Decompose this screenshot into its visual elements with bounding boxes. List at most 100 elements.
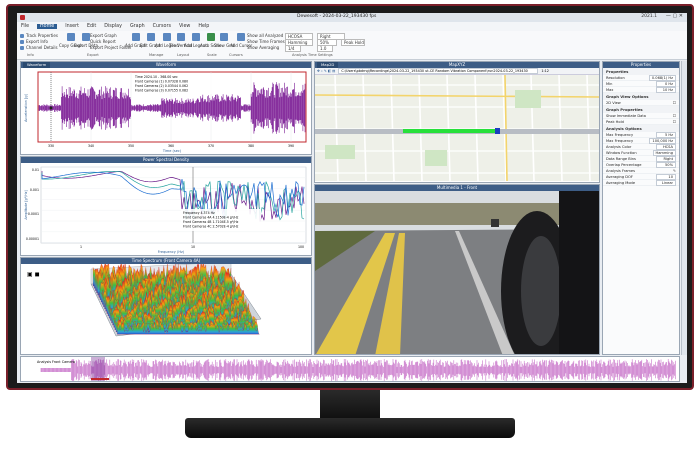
psd-title: Power Spectral Density <box>142 157 190 162</box>
waveform-x-tick: 390 <box>288 144 294 148</box>
psd-info-line: Front Cameras 4A 4.1150E-4 g²/Hz <box>183 216 239 220</box>
edit-icon[interactable]: ✎ <box>673 169 676 173</box>
waveform-info-line: Front Cameras (2) 0.03544 0.062 <box>135 84 188 88</box>
video-frame[interactable] <box>315 191 599 355</box>
overview-panel: Analysis Front Camera <box>20 356 680 382</box>
ribbon-show-time-frames[interactable]: Show Time Frames <box>247 39 285 44</box>
menu-bar: File Home Insert Edit Display Graph Curs… <box>17 22 687 31</box>
street-map[interactable] <box>315 74 599 182</box>
psd-header: Power Spectral Density <box>21 157 311 163</box>
waveform-title: Waveform <box>155 62 177 67</box>
prop-row[interactable]: Averaging Mode Linear <box>603 179 679 186</box>
overview-chart[interactable]: Analysis Front Camera <box>21 357 679 381</box>
app-logo-icon <box>20 15 25 20</box>
waveform-x-label: Time (sec) <box>162 149 182 153</box>
waveform-x-tick: 340 <box>88 144 94 148</box>
overview-label: Analysis Front Camera <box>37 360 75 364</box>
psd-chart[interactable]: Frequency 4.374 Hz Front Cameras 4A 4.11… <box>21 163 311 255</box>
map-park <box>325 145 355 159</box>
waveform-x-tick: 350 <box>128 144 134 148</box>
map-background <box>315 75 599 181</box>
checkbox-icon[interactable]: ☐ <box>673 114 676 118</box>
map-title: MapXYZ <box>448 62 466 67</box>
ribbon-export-info[interactable]: Export Info <box>20 39 48 44</box>
car-body <box>559 191 599 354</box>
waterfall-3d-chart[interactable]: ▣ ◼ <box>21 261 311 354</box>
window-title: Dewesoft - 2024-03-22_193430 fps <box>297 14 377 19</box>
menu-home[interactable]: Home <box>37 24 58 29</box>
properties-title: Properties <box>630 62 652 67</box>
details-icon <box>20 45 24 50</box>
menu-cursors[interactable]: Cursors <box>153 24 171 29</box>
map-path-field[interactable]: C:\Users\pbdrng\Recordings\2024-03-22_19… <box>338 68 539 74</box>
app-window: Dewesoft - 2024-03-22_193430 fps 2021.1 … <box>17 13 687 383</box>
ribbon-export-graph[interactable]: Export Graph <box>90 33 117 38</box>
psd-y-tick: 0.01 <box>32 168 39 172</box>
properties-icon <box>20 33 24 38</box>
group-export: Export <box>87 53 99 57</box>
checkbox-icon[interactable]: ☐ <box>673 101 676 105</box>
map-tools-icon[interactable]: ✥ ⌕ ✎ ◧ ▤ <box>317 69 335 73</box>
video-header: Multimedia 1 - Front <box>315 185 599 191</box>
menu-edit[interactable]: Edit <box>87 24 96 29</box>
averaging-dropdown[interactable]: Peak Hold <box>341 39 365 46</box>
scale-field[interactable]: 1.0 <box>317 45 333 52</box>
waveform-chart[interactable]: Time 2024.10 - 368.00 sec Front Cameras … <box>21 68 311 154</box>
waterfall-title: Time Spectrum (Front Camera 4A) <box>131 258 201 263</box>
ribbon-quick-report[interactable]: Quick Report <box>90 39 116 44</box>
psd-x-tick: 1 <box>80 245 82 249</box>
section-graph-view: Graph View Options <box>603 93 679 100</box>
psd-info-line: Frequency 4.374 Hz <box>183 211 215 215</box>
map-toolbar: ✥ ⌕ ✎ ◧ ▤ C:\Users\pbdrng\Recordings\202… <box>315 68 599 75</box>
menu-graph[interactable]: Graph <box>130 24 145 29</box>
waterfall-toolbar-icon[interactable]: ▣ ◼ <box>27 271 40 278</box>
map-park <box>425 150 447 166</box>
monitor-neck <box>320 390 380 418</box>
window-controls[interactable]: — ▢ ✕ <box>666 13 683 19</box>
group-analysis-time: Analysis Time Settings <box>292 53 333 57</box>
map-tab[interactable]: Map2D <box>317 62 339 68</box>
menu-view[interactable]: View <box>179 24 190 29</box>
ribbon-track-properties[interactable]: Track Properties <box>20 33 58 38</box>
title-bar: Dewesoft - 2024-03-22_193430 fps 2021.1 … <box>17 13 687 22</box>
waveform-x-tick: 330 <box>48 144 54 148</box>
map-header: Map2D MapXYZ <box>315 62 599 68</box>
menu-insert[interactable]: Insert <box>65 24 79 29</box>
psd-y-label: Amplitude [g²/Hz] <box>24 190 28 219</box>
psd-y-tick: 0.0001 <box>28 212 39 216</box>
group-scale: Scale <box>207 53 217 57</box>
cursor-marker <box>49 106 53 110</box>
monitor-stand <box>185 418 515 438</box>
psd-info-line: Front Cameras 4C 2.5702E-4 g²/Hz <box>183 225 239 229</box>
psd-y-tick: 0.00001 <box>26 237 39 241</box>
waveform-info-line: Front Cameras (3) 0.07155 0.082 <box>135 89 188 93</box>
map-panel: Map2D MapXYZ ✥ ⌕ ✎ ◧ ▤ C:\Users\pbdrng\R… <box>314 61 600 183</box>
gps-track <box>403 129 495 133</box>
ribbon-show-averaging[interactable]: Show Averaging <box>247 45 279 50</box>
waveform-info-line: Front Cameras (1) 0.07328 0.080 <box>135 80 188 84</box>
tree-line <box>315 203 599 225</box>
ribbon-channel-details[interactable]: Channel Details <box>20 45 58 50</box>
psd-y-tick: 0.001 <box>30 188 39 192</box>
monitor-bezel: Dewesoft - 2024-03-22_193430 fps 2021.1 … <box>6 4 694 390</box>
side-dock-strip[interactable] <box>681 61 687 355</box>
menu-display[interactable]: Display <box>104 24 122 29</box>
ribbon: Track Properties Export Info Channel Det… <box>17 31 687 60</box>
map-park <box>515 90 541 108</box>
psd-panel: Power Spectral Density Frequency 4.374 H… <box>20 156 312 256</box>
cursor-icon <box>237 33 246 41</box>
map-zoom[interactable]: 1:12 <box>541 69 549 73</box>
waveform-x-tick: 360 <box>168 144 174 148</box>
waterfall-header: Time Spectrum (Front Camera 4A) <box>21 258 311 264</box>
properties-panel: Properties Properties Resolution 0.068(1)… <box>602 61 680 355</box>
app-version: 2021.1 <box>641 14 657 19</box>
resolution-field[interactable]: 1/4 <box>285 45 301 52</box>
overview-selection[interactable] <box>91 357 105 381</box>
checkbox-icon[interactable]: ☐ <box>673 120 676 124</box>
overview-range-marker[interactable] <box>91 378 109 380</box>
menu-help[interactable]: Help <box>198 24 209 29</box>
group-cursors: Cursors <box>229 53 243 57</box>
waveform-tab[interactable]: Waveform <box>23 62 51 68</box>
menu-file[interactable]: File <box>21 24 29 29</box>
waterfall-surface <box>92 261 260 335</box>
